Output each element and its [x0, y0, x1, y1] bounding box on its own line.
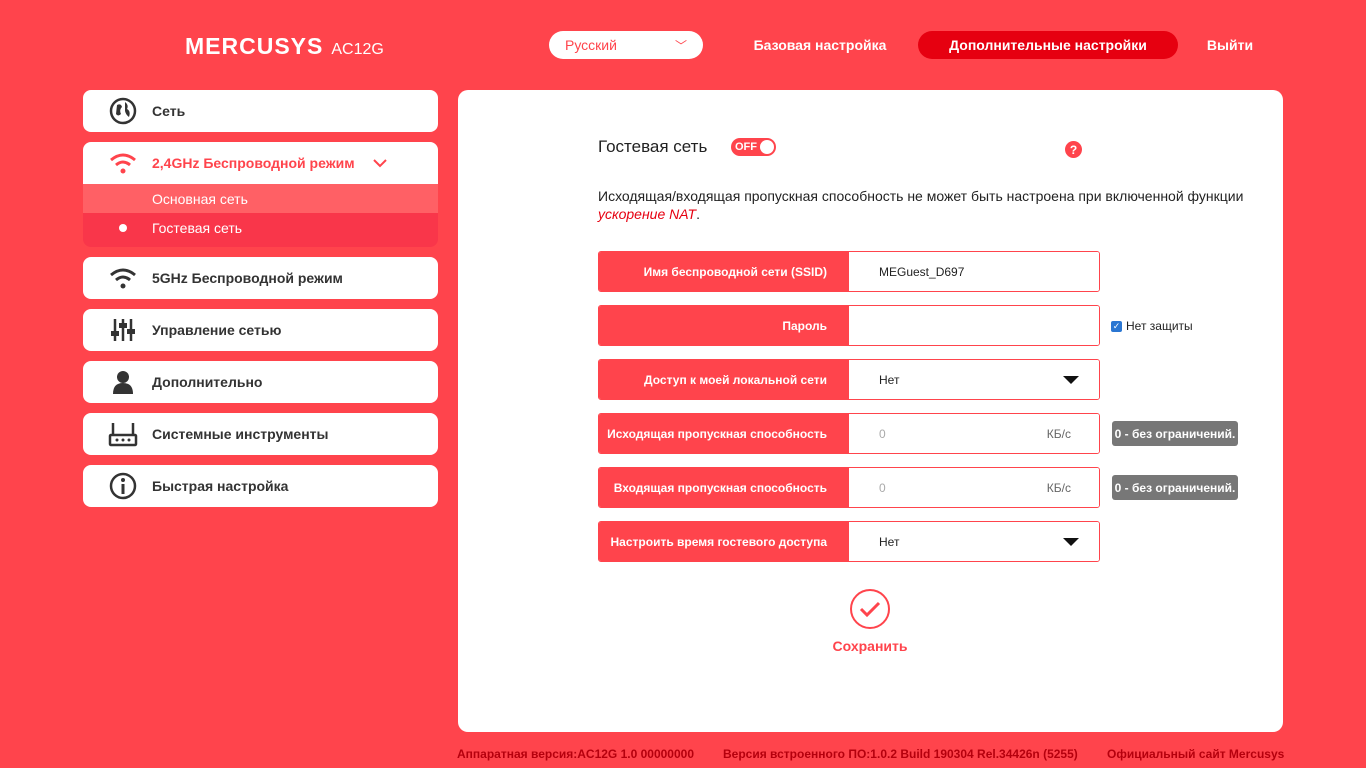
download-placeholder: 0: [879, 480, 886, 495]
ssid-input[interactable]: MEGuest_D697: [849, 252, 1099, 291]
nav-basic-settings[interactable]: Базовая настройка: [740, 31, 900, 59]
nat-acceleration-link[interactable]: ускорение NAT: [598, 206, 696, 222]
submenu-item-label: Основная сеть: [152, 190, 248, 207]
download-unit: КБ/с: [1046, 480, 1071, 495]
lan-access-value: Нет: [879, 372, 900, 387]
info-icon: [108, 471, 138, 501]
submenu-item-main-network[interactable]: Основная сеть: [83, 184, 438, 213]
sidebar-item-network[interactable]: Сеть: [83, 90, 438, 132]
page-title: Гостевая сеть: [598, 137, 708, 156]
guest-time-select[interactable]: Нет: [849, 522, 1099, 561]
toggle-knob: [760, 140, 774, 154]
submenu-item-label: Гостевая сеть: [152, 219, 243, 236]
sidebar-item-advanced[interactable]: Дополнительно: [83, 361, 438, 403]
lan-access-row: Доступ к моей локальной сети Нет: [598, 359, 1100, 400]
no-security-checkbox[interactable]: ✓ Нет защиты: [1111, 319, 1193, 333]
sidebar-item-label: Быстрая настройка: [152, 478, 289, 494]
sidebar-item-label: Дополнительно: [152, 374, 263, 390]
router-icon: [108, 419, 138, 449]
sidebar-item-label: Сеть: [152, 103, 186, 119]
brand-logo: MERCUSYS AC12G: [185, 33, 384, 60]
lan-access-label: Доступ к моей локальной сети: [599, 360, 849, 399]
wireless-submenu: Основная сеть Гостевая сеть: [83, 184, 438, 247]
guest-time-value: Нет: [879, 534, 900, 549]
official-site-link[interactable]: Официальный сайт Mercusys: [1107, 747, 1284, 761]
sidebar-item-quick-setup[interactable]: Быстрая настройка: [83, 465, 438, 507]
model-name: AC12G: [331, 41, 384, 58]
upload-input[interactable]: 0 КБ/с: [849, 414, 1099, 453]
password-input[interactable]: [849, 306, 1099, 345]
password-row: Пароль: [598, 305, 1100, 346]
notice-text: Исходящая/входящая пропускная способност…: [598, 188, 1244, 204]
upload-label: Исходящая пропускная способность: [599, 414, 849, 453]
caret-down-icon: [1063, 376, 1079, 384]
nav-advanced-settings[interactable]: Дополнительные настройки: [918, 31, 1178, 59]
upload-row: Исходящая пропускная способность 0 КБ/с: [598, 413, 1100, 454]
ssid-label: Имя беспроводной сети (SSID): [599, 252, 849, 291]
wifi-icon: [108, 263, 138, 293]
upload-limit-tip: 0 - без ограничений.: [1112, 421, 1238, 446]
sidebar-item-label: Управление сетью: [152, 322, 282, 338]
toggle-label: OFF: [735, 141, 757, 153]
download-label: Входящая пропускная способность: [599, 468, 849, 507]
sidebar-item-label: 5GHz Беспроводной режим: [152, 270, 343, 286]
chevron-down-icon: [372, 155, 387, 171]
guest-time-row: Настроить время гостевого доступа Нет: [598, 521, 1100, 562]
check-circle-icon: [850, 589, 890, 629]
sidebar-item-wireless-24[interactable]: 2,4GHz Беспроводной режим: [83, 142, 438, 184]
ssid-row: Имя беспроводной сети (SSID) MEGuest_D69…: [598, 251, 1100, 292]
checkmark-icon: ✓: [1111, 320, 1122, 332]
password-label: Пароль: [599, 306, 849, 345]
save-label: Сохранить: [832, 638, 908, 654]
sidebar-item-wireless-5[interactable]: 5GHz Беспроводной режим: [83, 257, 438, 299]
caret-down-icon: [1063, 538, 1079, 546]
firmware-version: Версия встроенного ПО:1.0.2 Build 190304…: [723, 747, 1078, 761]
download-input[interactable]: 0 КБ/с: [849, 468, 1099, 507]
bandwidth-notice: Исходящая/входящая пропускная способност…: [598, 187, 1258, 223]
sidebar-item-network-control[interactable]: Управление сетью: [83, 309, 438, 351]
lan-access-select[interactable]: Нет: [849, 360, 1099, 399]
language-value: Русский: [565, 37, 617, 53]
guest-network-toggle[interactable]: OFF: [731, 138, 776, 156]
active-dot-icon: [119, 223, 127, 232]
sidebar-item-system-tools[interactable]: Системные инструменты: [83, 413, 438, 455]
notice-suffix: .: [696, 206, 700, 222]
wifi-icon: [108, 148, 138, 178]
guest-time-label: Настроить время гостевого доступа: [599, 522, 849, 561]
no-security-label: Нет защиты: [1126, 319, 1193, 333]
save-button[interactable]: Сохранить: [832, 589, 908, 654]
logout-button[interactable]: Выйти: [1195, 31, 1265, 59]
guest-network-panel: Гостевая сеть OFF ? Исходящая/входящая п…: [458, 90, 1283, 732]
globe-icon: [108, 96, 138, 126]
sidebar-item-label: 2,4GHz Беспроводной режим: [152, 155, 355, 171]
help-icon[interactable]: ?: [1065, 141, 1082, 158]
download-row: Входящая пропускная способность 0 КБ/с: [598, 467, 1100, 508]
sliders-icon: [108, 315, 138, 345]
download-limit-tip: 0 - без ограничений.: [1112, 475, 1238, 500]
submenu-item-guest-network[interactable]: Гостевая сеть: [83, 213, 438, 242]
user-icon: [108, 367, 138, 397]
brand-name: MERCUSYS: [185, 33, 324, 59]
upload-unit: КБ/с: [1046, 426, 1071, 441]
upload-placeholder: 0: [879, 426, 886, 441]
hardware-version: Аппаратная версия:AC12G 1.0 00000000: [457, 747, 694, 761]
language-select[interactable]: Русский ﹀: [549, 31, 703, 59]
sidebar-item-label: Системные инструменты: [152, 426, 329, 442]
chevron-down-icon: ﹀: [674, 38, 687, 53]
